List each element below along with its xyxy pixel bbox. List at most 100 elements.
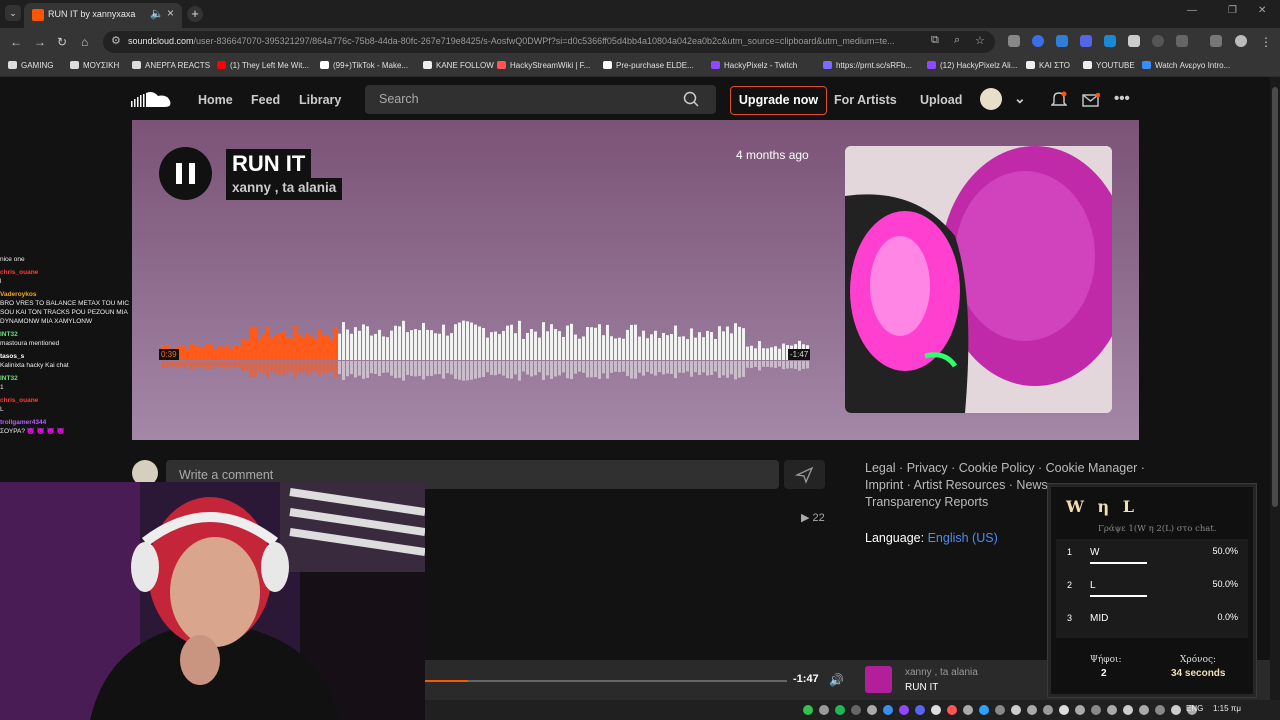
language-selector[interactable]: Language: English (US) xyxy=(865,531,998,545)
language-indicator[interactable]: ENG xyxy=(1186,704,1203,713)
extension-icon[interactable] xyxy=(1056,35,1068,47)
new-tab-button[interactable]: + xyxy=(187,6,203,22)
tray-icon[interactable] xyxy=(1171,705,1181,715)
chevron-down-icon[interactable]: ⌄ xyxy=(1014,90,1026,107)
extension-icon[interactable] xyxy=(1032,35,1044,47)
bookmark-item[interactable]: https://prnt.sc/sRFb... xyxy=(823,61,912,70)
restore-icon[interactable]: ❐ xyxy=(1228,5,1237,16)
cast-icon[interactable]: ⧉ xyxy=(931,34,939,47)
bookmark-item[interactable]: Watch Ανεργο Intro... xyxy=(1142,61,1230,70)
site-info-icon[interactable]: ⚙ xyxy=(111,34,121,47)
bookmark-item[interactable]: KANE FOLLOW xyxy=(423,61,494,70)
upload-link[interactable]: Upload xyxy=(920,93,962,107)
search-input[interactable]: Search xyxy=(365,85,716,114)
tray-icon[interactable] xyxy=(995,705,1005,715)
avatar[interactable] xyxy=(980,88,1002,110)
bookmark-item[interactable]: YOUTUBE xyxy=(1083,61,1135,70)
nav-library[interactable]: Library xyxy=(299,93,341,107)
tray-icon[interactable] xyxy=(1107,705,1117,715)
tray-icon[interactable] xyxy=(851,705,861,715)
tray-icon[interactable] xyxy=(1123,705,1133,715)
soundcloud-logo-icon[interactable] xyxy=(131,91,173,109)
extension-icon[interactable] xyxy=(1008,35,1020,47)
send-button[interactable] xyxy=(784,460,825,489)
tray-icon[interactable] xyxy=(979,705,989,715)
tray-icon[interactable] xyxy=(947,705,957,715)
reload-icon[interactable]: ↻ xyxy=(57,35,67,49)
track-artist[interactable]: xanny , ta alania xyxy=(226,178,343,200)
tray-icon[interactable] xyxy=(1139,705,1149,715)
waveform-reflection xyxy=(762,361,765,367)
bookmark-item[interactable]: GAMING xyxy=(8,61,53,70)
tray-icon[interactable] xyxy=(899,705,909,715)
player-artist[interactable]: xanny , ta alania xyxy=(905,667,978,678)
bookmark-item[interactable]: ΜΟΥΣΙΚΗ xyxy=(70,61,119,70)
tray-icon[interactable] xyxy=(803,705,813,715)
tray-icon[interactable] xyxy=(867,705,877,715)
tab-search-icon[interactable]: ⌄ xyxy=(5,5,21,21)
forward-icon[interactable]: → xyxy=(34,35,46,49)
extension-icon[interactable] xyxy=(1104,35,1116,47)
address-bar[interactable]: ⚙ soundcloud.com/user-836647070-39532129… xyxy=(103,31,995,53)
home-icon[interactable]: ⌂ xyxy=(81,35,88,49)
tray-icon[interactable] xyxy=(1059,705,1069,715)
menu-icon[interactable]: ⋮ xyxy=(1260,35,1272,49)
nav-feed[interactable]: Feed xyxy=(251,93,280,107)
for-artists-link[interactable]: For Artists xyxy=(834,93,897,107)
tray-icon[interactable] xyxy=(1043,705,1053,715)
tray-icon[interactable] xyxy=(1011,705,1021,715)
minimize-icon[interactable]: — xyxy=(1187,5,1197,16)
tray-icon[interactable] xyxy=(1091,705,1101,715)
cover-art[interactable] xyxy=(845,146,1112,413)
bookmark-item[interactable]: ΑΝΕΡΓΑ REACTS xyxy=(132,61,210,70)
browser-tab[interactable]: RUN IT by xannyxaxa 🔈 × xyxy=(24,3,182,28)
tray-icon[interactable] xyxy=(883,705,893,715)
bookmark-item[interactable]: (99+)TikTok - Make... xyxy=(320,61,408,70)
clock[interactable]: 1:15 πμ xyxy=(1213,704,1241,713)
profile-icon[interactable] xyxy=(1235,35,1247,47)
upgrade-button[interactable]: Upgrade now xyxy=(730,86,827,115)
tray-icon[interactable] xyxy=(1027,705,1037,715)
poll-votes-label: Ψήφοι: xyxy=(1090,655,1122,665)
pause-button[interactable] xyxy=(159,147,212,200)
puzzle-icon[interactable] xyxy=(1176,35,1188,47)
scrollbar[interactable] xyxy=(1270,77,1280,720)
extension-icon[interactable] xyxy=(1080,35,1092,47)
volume-icon[interactable]: 🔊 xyxy=(829,673,844,687)
playback-progress[interactable] xyxy=(425,680,787,682)
tray-icon[interactable] xyxy=(1075,705,1085,715)
footer-links[interactable]: Imprint · Artist Resources · News xyxy=(865,478,1048,492)
notifications-bell-icon[interactable] xyxy=(1051,91,1067,108)
tray-icon[interactable] xyxy=(1155,705,1165,715)
tray-icon[interactable] xyxy=(835,705,845,715)
bookmark-item[interactable]: Pre-purchase ELDE... xyxy=(603,61,694,70)
search-icon[interactable] xyxy=(683,91,699,107)
bookmark-star-icon[interactable]: ☆ xyxy=(975,34,985,47)
bookmark-item[interactable]: HackyStreamWiki | F... xyxy=(497,61,590,70)
more-options-icon[interactable]: ••• xyxy=(1114,90,1130,107)
bookmark-item[interactable]: (12) HackyPixelz Ali... xyxy=(927,61,1017,70)
bookmark-item[interactable]: HackyPixelz - Twitch xyxy=(711,61,797,70)
messages-envelope-icon[interactable] xyxy=(1082,93,1100,107)
player-thumbnail[interactable] xyxy=(865,666,892,693)
speaker-icon[interactable]: 🔈 xyxy=(150,7,164,20)
tray-icon[interactable] xyxy=(931,705,941,715)
waveform[interactable] xyxy=(162,300,812,390)
bookmark-item[interactable]: ΚΑΙ ΣΤΟ xyxy=(1026,61,1070,70)
tray-icon[interactable] xyxy=(963,705,973,715)
player-title[interactable]: RUN IT xyxy=(905,682,938,693)
close-tab-icon[interactable]: × xyxy=(167,6,174,20)
nav-home[interactable]: Home xyxy=(198,93,233,107)
back-icon[interactable]: ← xyxy=(10,35,22,49)
tray-icon[interactable] xyxy=(915,705,925,715)
tray-icon[interactable] xyxy=(819,705,829,715)
close-window-icon[interactable]: ✕ xyxy=(1258,5,1266,16)
extension-icon[interactable] xyxy=(1128,35,1140,47)
reading-list-icon[interactable] xyxy=(1210,35,1222,47)
extension-icon[interactable] xyxy=(1152,35,1164,47)
track-title[interactable]: RUN IT xyxy=(226,149,312,179)
bookmark-item[interactable]: (1) They Left Me Wit... xyxy=(217,61,309,70)
zoom-icon[interactable]: ⌕ xyxy=(954,34,960,47)
footer-links[interactable]: Legal · Privacy · Cookie Policy · Cookie… xyxy=(865,461,1145,475)
footer-links[interactable]: Transparency Reports xyxy=(865,495,988,509)
